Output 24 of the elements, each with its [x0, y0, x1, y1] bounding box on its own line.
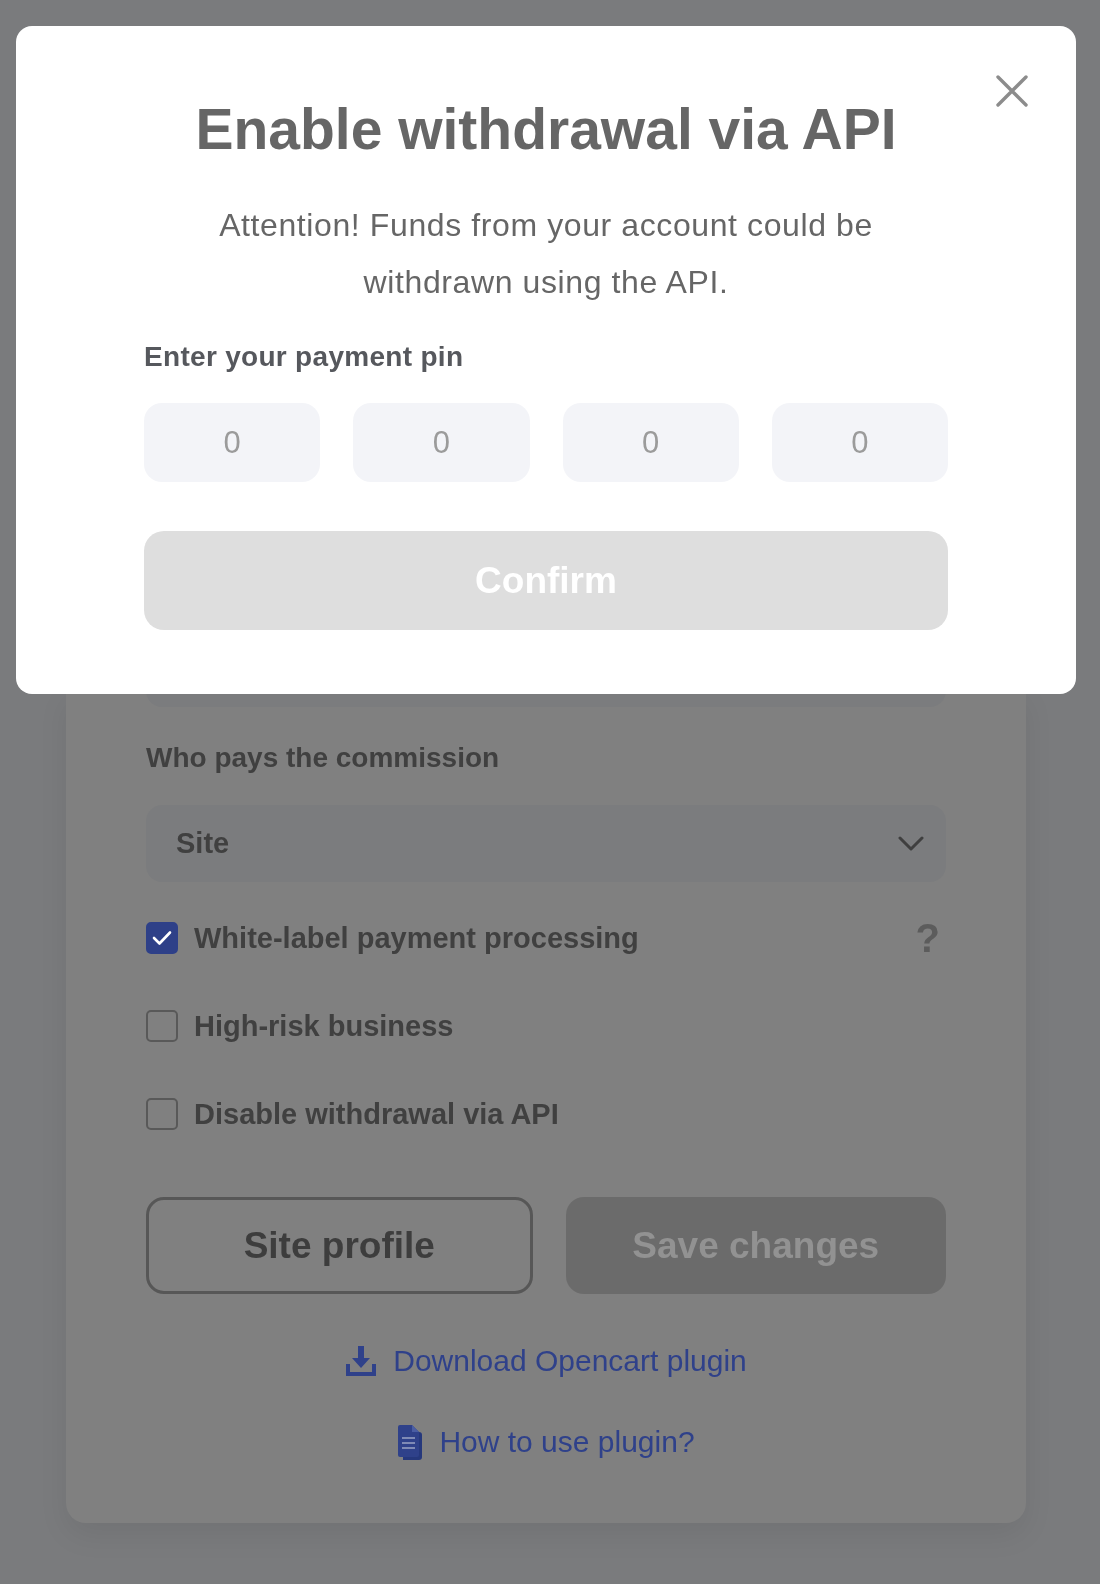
- pin-input[interactable]: 0: [144, 403, 321, 482]
- pin-label: Enter your payment pin: [144, 341, 465, 373]
- checkbox-label: High-risk business: [194, 1009, 454, 1044]
- checkmark-icon: [152, 930, 172, 946]
- checkbox-label: White-label payment processing: [194, 921, 639, 956]
- field-label: Who pays the commission: [146, 742, 501, 774]
- document-icon: [397, 1424, 424, 1460]
- dialog-title: Enable withdrawal via API: [194, 98, 898, 160]
- checkbox[interactable]: [146, 1010, 178, 1042]
- plugin-link[interactable]: How to use plugin?: [397, 1422, 695, 1462]
- help-icon[interactable]: ?: [915, 918, 940, 958]
- site-profile-button[interactable]: Site profile: [146, 1197, 533, 1294]
- checkbox[interactable]: [146, 1098, 178, 1130]
- checkbox[interactable]: [146, 922, 178, 954]
- close-icon[interactable]: [996, 75, 1028, 107]
- chevron-down-icon: [898, 836, 924, 851]
- dialog-message: Attention! Funds from your account could be withdrawn using the API.: [218, 206, 874, 302]
- pin-input[interactable]: 0: [771, 403, 948, 482]
- select-field[interactable]: Site: [146, 805, 946, 882]
- checkbox-label: Disable withdrawal via API: [194, 1097, 559, 1132]
- pin-input[interactable]: 0: [562, 403, 739, 482]
- download-icon: [345, 1345, 378, 1377]
- pin-input[interactable]: 0: [353, 403, 530, 482]
- plugin-link[interactable]: Download Opencart plugin: [345, 1341, 747, 1381]
